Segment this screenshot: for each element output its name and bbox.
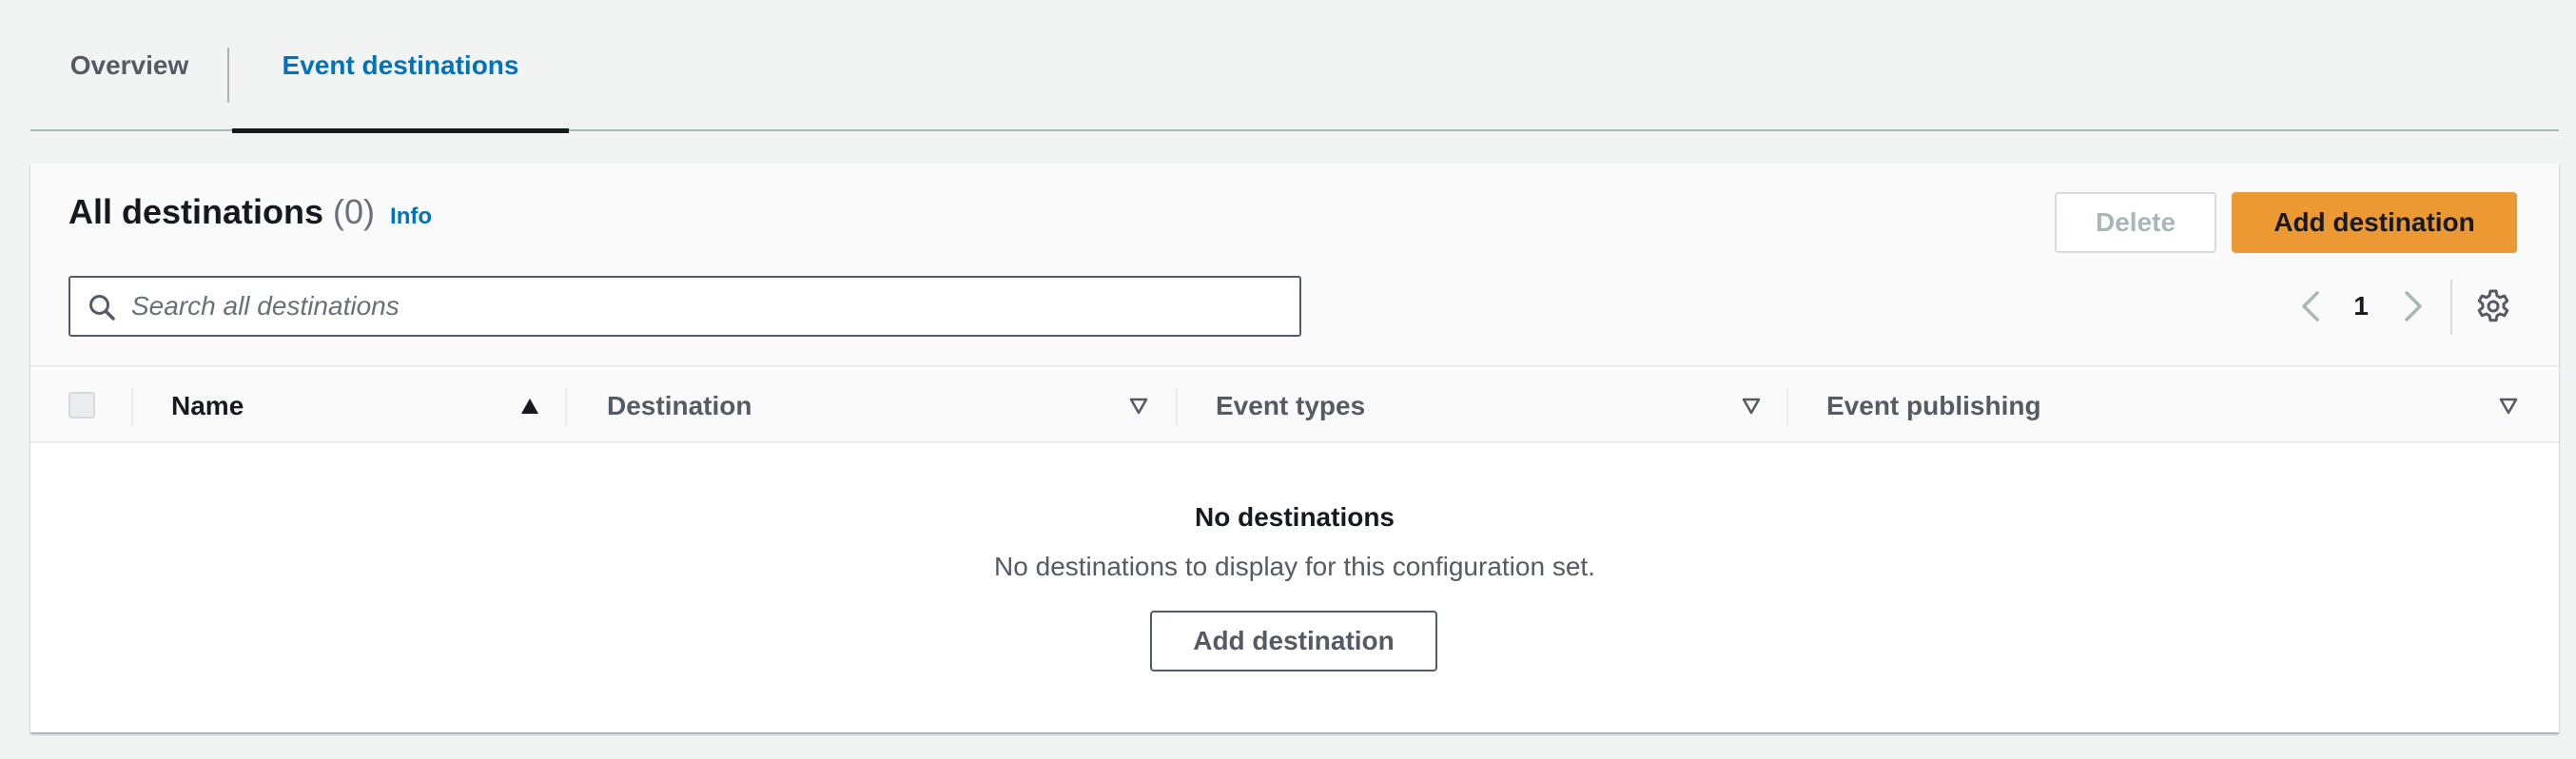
column-header-event-publishing[interactable]: Event publishing [1826, 369, 2041, 443]
search-icon [89, 295, 115, 321]
tab-bar: Overview Event destinations [30, 0, 2559, 133]
pager-divider [2450, 280, 2452, 335]
add-destination-button[interactable]: Add destination [2232, 192, 2517, 253]
column-header-event-types[interactable]: Event types [1216, 369, 1365, 443]
destinations-panel: All destinations (0) Info Delete Add des… [30, 164, 2559, 732]
panel-title: All destinations [68, 192, 324, 231]
delete-button[interactable]: Delete [2055, 192, 2216, 253]
column-header-name[interactable]: Name [171, 369, 244, 443]
destination-count: (0) [333, 192, 376, 231]
column-divider [565, 388, 567, 426]
sort-ascending-icon[interactable] [519, 396, 540, 417]
info-link[interactable]: Info [390, 204, 432, 230]
previous-page-icon[interactable] [2294, 285, 2327, 327]
column-divider [1176, 388, 1178, 426]
gear-icon[interactable] [2475, 288, 2511, 324]
sort-unsorted-icon[interactable] [1741, 396, 1762, 417]
empty-state-description: No destinations to display for this conf… [994, 552, 1595, 581]
table-header: Name Destination Event types Event publi… [30, 369, 2559, 443]
next-page-icon[interactable] [2397, 285, 2430, 327]
current-page-number[interactable]: 1 [2344, 285, 2378, 327]
tab-overview[interactable]: Overview [30, 0, 228, 131]
panel-title-row: All destinations (0) Info [68, 192, 432, 232]
column-divider [131, 388, 133, 426]
tab-event-destinations[interactable]: Event destinations [232, 0, 569, 133]
sort-unsorted-icon[interactable] [1128, 396, 1149, 417]
search-box [68, 276, 1301, 337]
select-all-checkbox[interactable] [68, 392, 95, 418]
empty-state-add-destination-button[interactable]: Add destination [1150, 611, 1437, 671]
column-divider [1786, 388, 1788, 426]
panel-header: All destinations (0) Info Delete Add des… [30, 164, 2559, 367]
empty-state-title: No destinations [1194, 502, 1395, 532]
tab-divider [227, 48, 229, 103]
search-input[interactable] [131, 278, 1290, 335]
column-header-destination[interactable]: Destination [607, 369, 751, 443]
sort-unsorted-icon[interactable] [2498, 396, 2519, 417]
